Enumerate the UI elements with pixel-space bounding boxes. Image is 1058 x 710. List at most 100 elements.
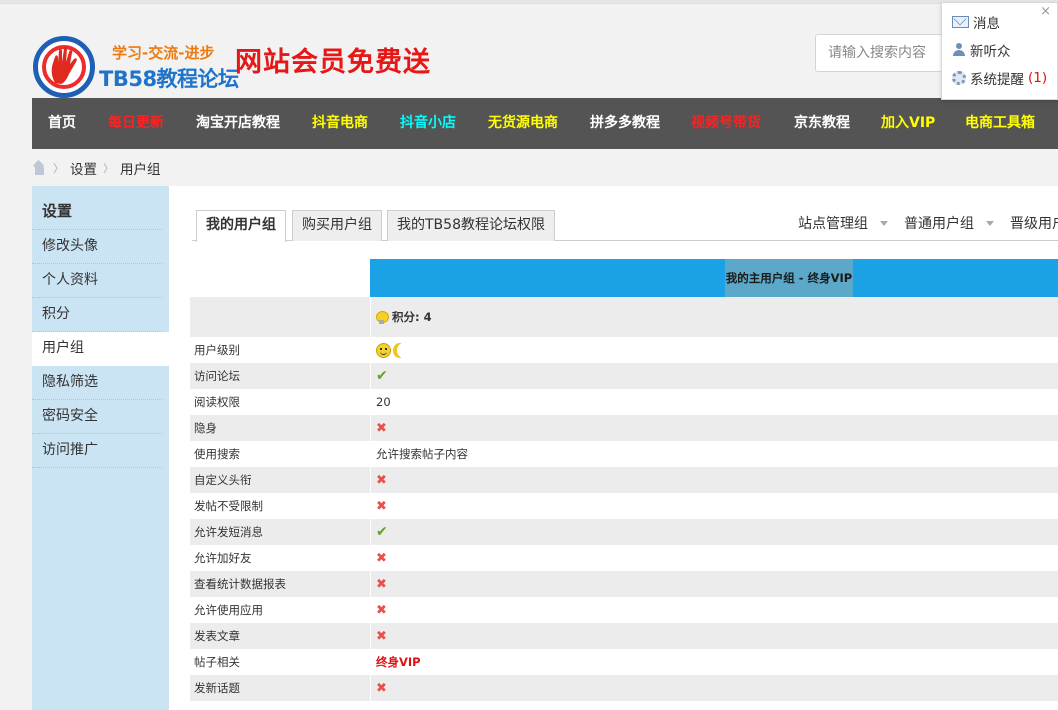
permission-name: 访问论坛 xyxy=(194,369,240,383)
sidebar-item-privacy[interactable]: 隐私筛选 xyxy=(32,366,162,400)
table-row: 帖子相关 终身VIP xyxy=(190,649,1058,675)
table-row: 阅读权限 20 xyxy=(190,389,1058,415)
sidebar-item-password[interactable]: 密码安全 xyxy=(32,400,162,434)
notif-system-count: (1) xyxy=(1028,70,1048,86)
nav-item-video-sales[interactable]: 视频号带货 xyxy=(691,98,761,149)
permission-value: ✖ xyxy=(370,545,1058,571)
permission-text: 允许搜索帖子内容 xyxy=(376,447,468,461)
permission-name: 发新话题 xyxy=(194,681,240,695)
check-icon: ✔ xyxy=(376,524,388,540)
breadcrumb: 〉 设置 〉 用户组 xyxy=(32,157,161,179)
close-icon[interactable]: × xyxy=(1040,4,1051,19)
permission-value: ✔ xyxy=(370,363,1058,389)
nav-item-douyin-ecommerce[interactable]: 抖音电商 xyxy=(312,98,368,149)
breadcrumb-usergroup: 用户组 xyxy=(120,162,161,178)
permission-value: ✖ xyxy=(370,675,1058,701)
nav-item-dropshipping[interactable]: 无货源电商 xyxy=(488,98,558,149)
table-header-empty xyxy=(190,259,370,297)
tab-normal-label: 普通用户组 xyxy=(904,216,974,232)
table-row: 发新话题 ✖ xyxy=(190,675,1058,701)
hand-logo-icon xyxy=(51,47,77,84)
tab-promoted-label: 晋级用户组 xyxy=(1010,216,1058,232)
notif-messages[interactable]: 消息 xyxy=(952,12,1000,32)
nav-item-jd[interactable]: 京东教程 xyxy=(794,98,850,149)
tab-my-usergroup[interactable]: 我的用户组 xyxy=(196,210,286,242)
table-row: 用户级别 xyxy=(190,337,1058,363)
notif-system[interactable]: 系统提醒 (1) xyxy=(952,68,1047,88)
cross-icon: ✖ xyxy=(376,576,387,592)
promo-banner-text[interactable]: 网站会员免费送 xyxy=(235,40,431,79)
site-name[interactable]: TB58教程论坛 xyxy=(99,63,239,93)
permission-name: 发表文章 xyxy=(194,629,240,643)
gear-icon xyxy=(952,71,966,85)
tab-site-admin-group[interactable]: 站点管理组 xyxy=(798,210,900,241)
permission-name: 隐身 xyxy=(194,421,217,435)
permission-value: ✖ xyxy=(370,493,1058,519)
table-row: 允许发短消息 ✔ xyxy=(190,519,1058,545)
table-header-bar: 我的主用户组 - 终身VIP xyxy=(370,259,1058,297)
notification-popup: × 消息 新听众 系统提醒 (1) xyxy=(941,2,1058,100)
notif-new-followers[interactable]: 新听众 xyxy=(952,40,1011,60)
nav-item-pinduoduo[interactable]: 拼多多教程 xyxy=(590,98,660,149)
table-header: 我的主用户组 - 终身VIP xyxy=(190,259,1058,297)
chevron-down-icon[interactable] xyxy=(880,220,888,226)
permission-name: 发帖不受限制 xyxy=(194,499,263,513)
nav-item-douyin-shop[interactable]: 抖音小店 xyxy=(400,98,456,149)
notif-system-label: 系统提醒 xyxy=(970,72,1024,88)
permission-text: 终身VIP xyxy=(376,655,421,669)
permission-name: 使用搜索 xyxy=(194,447,240,461)
cross-icon: ✖ xyxy=(376,680,387,696)
table-row: 使用搜索 允许搜索帖子内容 xyxy=(190,441,1058,467)
cross-icon: ✖ xyxy=(376,420,387,436)
table-row: 查看统计数据报表 ✖ xyxy=(190,571,1058,597)
permission-value: ✖ xyxy=(370,597,1058,623)
nav-item-taobao[interactable]: 淘宝开店教程 xyxy=(196,98,280,149)
cross-icon: ✖ xyxy=(376,472,387,488)
nav-item-tools[interactable]: 电商工具箱 xyxy=(965,98,1035,149)
tab-promoted-group[interactable]: 晋级用户组 xyxy=(1010,210,1058,241)
permission-name: 阅读权限 xyxy=(194,395,240,409)
permission-value: ✖ xyxy=(370,415,1058,441)
sidebar-item-promotion[interactable]: 访问推广 xyxy=(32,434,162,468)
table-row: 隐身 ✖ xyxy=(190,415,1058,441)
sidebar-item-usergroup[interactable]: 用户组 xyxy=(32,332,169,366)
permissions-rows: 用户级别 访问论坛 ✔ 阅读权限 20 隐身 ✖ 使用搜索 允许搜索帖子内容 自定义头衔 ✖ 发帖不受… xyxy=(190,337,1058,701)
smiley-icon xyxy=(376,342,391,358)
nav-item-daily-update[interactable]: 每日更新 xyxy=(108,98,164,149)
permission-value xyxy=(370,337,1058,363)
permission-name: 帖子相关 xyxy=(194,655,240,669)
site-logo[interactable] xyxy=(33,36,95,98)
points-row: 积分: 4 xyxy=(190,297,1058,337)
cross-icon: ✖ xyxy=(376,498,387,514)
sidebar-title: 设置 xyxy=(32,186,162,230)
sidebar-item-profile[interactable]: 个人资料 xyxy=(32,264,162,298)
breadcrumb-separator: 〉 xyxy=(103,162,114,175)
tab-buy-usergroup[interactable]: 购买用户组 xyxy=(292,210,382,241)
breadcrumb-separator: 〉 xyxy=(53,162,64,175)
permission-name: 查看统计数据报表 xyxy=(194,577,286,591)
breadcrumb-settings[interactable]: 设置 xyxy=(70,158,97,178)
nav-item-join-vip[interactable]: 加入VIP xyxy=(881,98,935,149)
table-row: 访问论坛 ✔ xyxy=(190,363,1058,389)
permission-name: 自定义头衔 xyxy=(194,473,252,487)
tab-normal-group[interactable]: 普通用户组 xyxy=(904,210,1006,241)
table-row: 发帖不受限制 ✖ xyxy=(190,493,1058,519)
cross-icon: ✖ xyxy=(376,602,387,618)
permissions-table: 我的主用户组 - 终身VIP 积分: 4 用户级别访问论坛 ✔ 阅读权限 20 隐身 ✖ 使… xyxy=(190,259,1058,701)
sidebar-item-avatar[interactable]: 修改头像 xyxy=(32,230,162,264)
tab-forum-permissions[interactable]: 我的TB58教程论坛权限 xyxy=(387,210,555,241)
permission-value: ✖ xyxy=(370,467,1058,493)
permission-value: ✖ xyxy=(370,571,1058,597)
permission-value: 20 xyxy=(370,389,1058,415)
moon-icon xyxy=(397,343,410,358)
permission-value: 允许搜索帖子内容 xyxy=(370,441,1058,467)
points-value: 积分: 4 xyxy=(392,310,432,324)
chevron-down-icon[interactable] xyxy=(986,220,994,226)
table-row: 发表文章 ✖ xyxy=(190,623,1058,649)
home-icon[interactable] xyxy=(32,162,47,175)
sidebar-item-credits[interactable]: 积分 xyxy=(32,298,162,332)
settings-sidebar: 设置 修改头像 个人资料 积分 用户组 隐私筛选 密码安全 访问推广 xyxy=(32,186,169,710)
mail-icon xyxy=(952,16,969,28)
nav-item-home[interactable]: 首页 xyxy=(48,98,76,149)
permission-name: 用户级别 xyxy=(194,343,240,357)
